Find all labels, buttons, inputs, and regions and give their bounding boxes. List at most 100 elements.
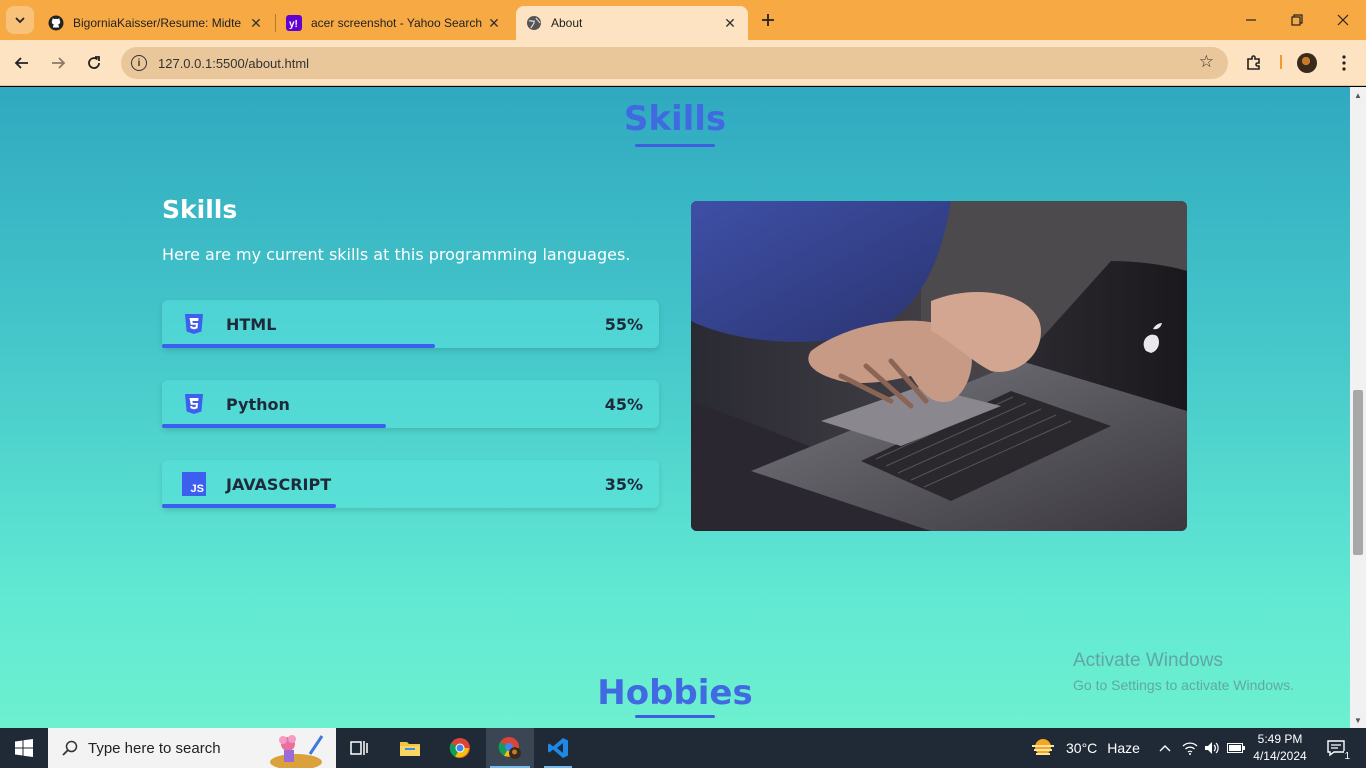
page-viewport: Skills Skills Here are my current skills… (0, 87, 1350, 728)
skill-percent: 35% (604, 475, 643, 494)
github-icon (48, 15, 64, 31)
tab-title: BigorniaKaisser/Resume: Midte (73, 16, 242, 30)
section-title-skills: Skills (623, 99, 727, 139)
browser-toolbar: i 127.0.0.1:5500/about.html ☆ (0, 40, 1366, 86)
speaker-icon (1205, 742, 1219, 754)
scroll-down-arrow-icon[interactable]: ▼ (1350, 712, 1366, 728)
volume-button[interactable] (1202, 728, 1222, 768)
tab-search-button[interactable] (6, 6, 34, 34)
extensions-button[interactable] (1240, 49, 1268, 77)
skills-heading: Skills (162, 195, 238, 224)
tab-github[interactable]: BigorniaKaisser/Resume: Midte ✕ (38, 6, 274, 40)
bookmark-star-icon[interactable]: ☆ (1199, 52, 1214, 72)
notification-icon (1327, 740, 1345, 757)
menu-button[interactable] (1330, 49, 1358, 77)
profile-button[interactable] (1293, 49, 1321, 77)
skill-progress-bar (162, 344, 436, 348)
clock-date: 4/14/2024 (1253, 749, 1307, 763)
notification-center-button[interactable]: 1 (1318, 728, 1354, 768)
scroll-thumb[interactable] (1353, 390, 1363, 555)
windows-logo-icon (15, 739, 33, 757)
task-view-icon (350, 741, 368, 755)
forward-button[interactable] (44, 49, 72, 77)
tab-about[interactable]: About ✕ (516, 6, 748, 40)
minimize-button[interactable] (1228, 0, 1274, 40)
clock-time: 5:49 PM (1257, 732, 1303, 746)
puzzle-icon (1247, 55, 1260, 70)
haze-sun-icon (1032, 739, 1054, 755)
avatar (1297, 53, 1317, 73)
page-scrollbar[interactable]: ▲ ▼ (1350, 87, 1366, 728)
chevron-up-icon (1159, 745, 1171, 752)
network-button[interactable] (1180, 728, 1200, 768)
tab-title: About (551, 16, 583, 30)
skills-description: Here are my current skills at this progr… (162, 245, 631, 264)
arrow-right-icon (52, 57, 66, 69)
tab-yahoo[interactable]: y! acer screenshot - Yahoo Search ✕ (276, 6, 512, 40)
show-hidden-icons-button[interactable] (1154, 728, 1176, 768)
close-window-button[interactable] (1320, 0, 1366, 40)
new-tab-button[interactable] (756, 8, 780, 32)
close-icon (1337, 14, 1349, 26)
skill-name: JAVASCRIPT (226, 475, 332, 494)
activate-windows-subtitle: Go to Settings to activate Windows. (1073, 677, 1294, 693)
vscode-button[interactable] (538, 728, 578, 768)
title-underline (635, 715, 715, 718)
skill-name: HTML (226, 315, 277, 334)
close-tab-icon[interactable]: ✕ (248, 15, 264, 31)
css3-icon (182, 312, 206, 336)
search-icon (62, 740, 78, 756)
js-icon: JS (182, 472, 206, 496)
skill-progress-bar (162, 504, 336, 508)
arrow-left-icon (14, 57, 28, 69)
skill-card-javascript: JS JAVASCRIPT 35% (162, 460, 659, 508)
back-button[interactable] (8, 49, 36, 77)
weather-temp: 30°C (1066, 740, 1098, 756)
start-button[interactable] (0, 728, 48, 768)
battery-button[interactable] (1226, 728, 1246, 768)
skill-percent: 45% (604, 395, 643, 414)
address-bar[interactable]: i 127.0.0.1:5500/about.html ☆ (121, 47, 1228, 79)
url-text: 127.0.0.1:5500/about.html (158, 55, 310, 71)
svg-text:y!: y! (289, 19, 298, 30)
system-clock[interactable]: 5:49 PM 4/14/2024 (1250, 731, 1310, 765)
title-underline (635, 144, 715, 147)
css3-icon (182, 392, 206, 416)
skill-percent: 55% (604, 315, 643, 334)
search-highlight-icon (270, 735, 324, 768)
skill-progress-bar (162, 424, 386, 428)
task-view-button[interactable] (340, 728, 380, 768)
reload-button[interactable] (80, 49, 108, 77)
skill-name: Python (226, 395, 290, 414)
taskbar-search-box[interactable]: Type here to search (48, 728, 336, 768)
search-placeholder: Type here to search (88, 739, 221, 757)
close-tab-icon[interactable]: ✕ (722, 15, 738, 31)
site-info-icon[interactable]: i (131, 55, 147, 71)
laptop-photo (691, 201, 1187, 531)
restore-icon (1291, 14, 1303, 26)
wifi-icon (1182, 742, 1198, 755)
more-vertical-icon (1342, 55, 1346, 71)
windows-taskbar: Type here to search 30°C Haze 5:49 PM 4/… (0, 728, 1366, 768)
chrome-profile-icon (498, 737, 521, 759)
notification-count: 1 (1344, 751, 1350, 762)
tab-title: acer screenshot - Yahoo Search (311, 16, 482, 30)
vscode-icon (548, 738, 568, 758)
weather-desc: Haze (1107, 740, 1140, 756)
chrome-profile-button[interactable] (486, 728, 534, 768)
activate-windows-title: Activate Windows (1073, 650, 1223, 671)
close-tab-icon[interactable]: ✕ (486, 15, 502, 31)
scroll-up-arrow-icon[interactable]: ▲ (1350, 87, 1366, 103)
chevron-down-icon (15, 17, 25, 24)
restore-button[interactable] (1274, 0, 1320, 40)
toolbar-divider (1280, 55, 1282, 69)
reload-icon (88, 56, 100, 69)
weather-widget[interactable]: 30°C Haze (1030, 728, 1142, 768)
tab-strip: BigorniaKaisser/Resume: Midte ✕ y! acer … (0, 0, 1366, 40)
folder-icon (400, 742, 420, 756)
chrome-button[interactable] (440, 728, 480, 768)
skill-card-html: HTML 55% (162, 300, 659, 348)
file-explorer-button[interactable] (390, 728, 430, 768)
skill-card-python: Python 45% (162, 380, 659, 428)
globe-icon (526, 15, 542, 31)
